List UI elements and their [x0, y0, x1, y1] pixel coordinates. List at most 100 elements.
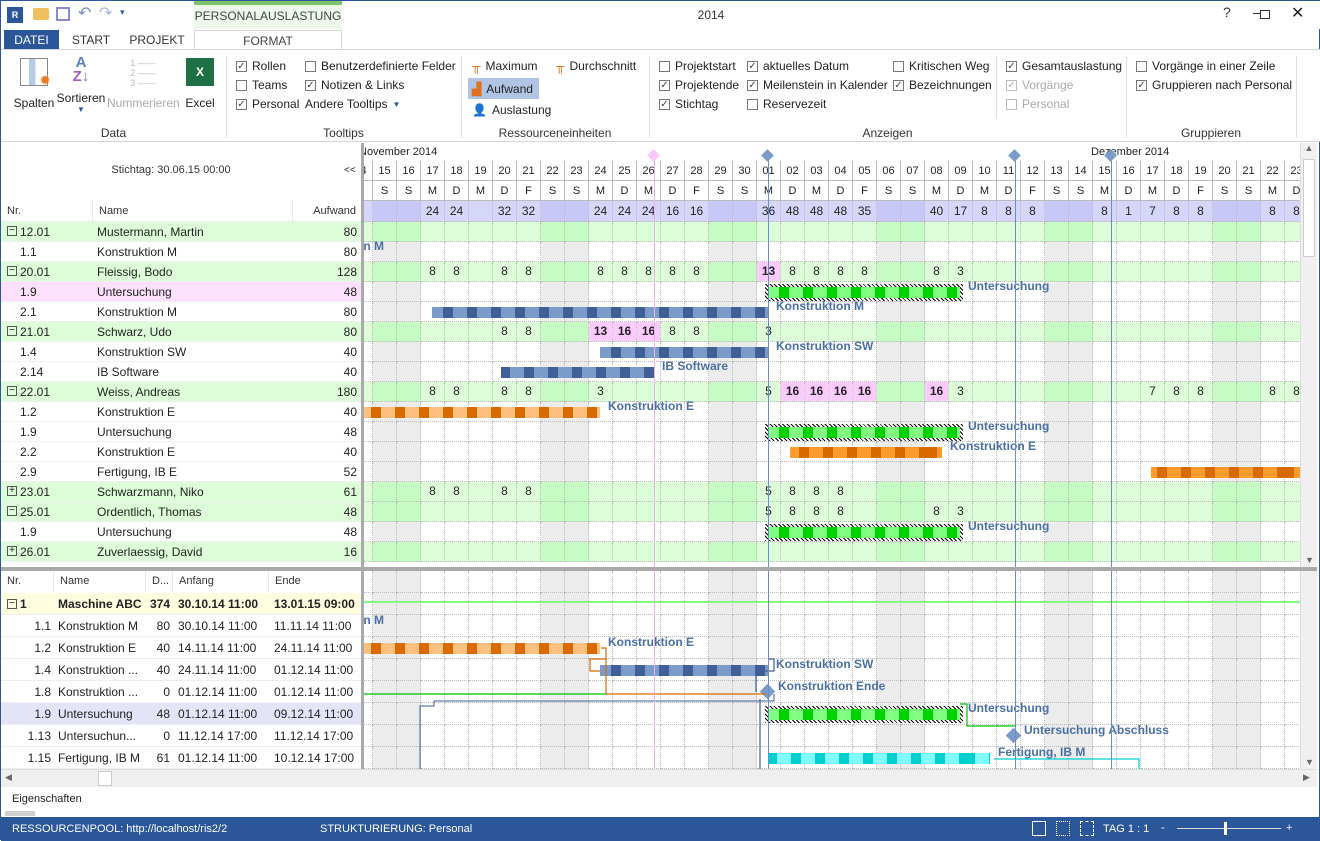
resource-row[interactable]: +26.01 Zuverlaessig, David 16 [1, 542, 363, 562]
column-header-anfang[interactable]: Anfang [173, 571, 269, 592]
column-header-aufwand[interactable]: Aufwand [293, 201, 363, 222]
zoom-level-label[interactable]: TAG 1 : 1 [1103, 823, 1149, 835]
checkbox-projektstart[interactable]: Projektstart [659, 59, 736, 73]
scroll-left-icon[interactable]: ◀ [5, 772, 12, 783]
checkbox-personal[interactable]: ✓ Personal [236, 97, 299, 111]
collapse-icon[interactable]: − [7, 326, 17, 336]
column-header-dauer[interactable]: D... [146, 571, 173, 592]
sortieren-button[interactable]: A Z↓ Sortieren ▼ [56, 55, 106, 114]
task-row[interactable]: 1.4 Konstruktion ... 40 24.11.14 11:00 01.12… [1, 659, 363, 681]
open-folder-icon[interactable] [33, 8, 49, 20]
horizontal-scrollbar[interactable]: ◀ ▶ [1, 769, 1317, 787]
view-grid-icon[interactable] [1056, 821, 1070, 836]
task-bar[interactable] [768, 286, 960, 298]
resource-row[interactable]: −21.01 Schwarz, Udo 80 [1, 322, 363, 342]
task-row[interactable]: 1.9 Untersuchung 48 [1, 282, 363, 302]
column-header-nr[interactable]: Nr. [1, 201, 93, 222]
task-row[interactable]: 1.2 Konstruktion E 40 [1, 402, 363, 422]
scroll-up-icon[interactable]: ▲ [1301, 143, 1317, 153]
task-row[interactable]: 1.13 Untersuchun... 0 11.12.14 17:00 11.12.1… [1, 725, 363, 747]
checkbox-stichtag[interactable]: ✓ Stichtag [659, 97, 718, 111]
resource-row[interactable]: −22.01 Weiss, Andreas 180 [1, 382, 363, 402]
scrollbar-thumb[interactable] [1303, 159, 1315, 257]
task-row[interactable]: 1.9 Untersuchung 48 [1, 422, 363, 442]
collapse-button[interactable]: << [344, 165, 356, 176]
view-normal-icon[interactable] [1032, 821, 1046, 836]
tab-start[interactable]: START [61, 30, 121, 50]
scrollbar-thumb[interactable] [98, 771, 112, 786]
expand-icon[interactable]: + [7, 486, 17, 496]
task-bar[interactable] [1151, 466, 1300, 478]
maximum-button[interactable]: ╥ Maximum [472, 59, 538, 73]
resource-row[interactable]: −25.01 Ordentlich, Thomas 48 [1, 502, 363, 522]
tab-format[interactable]: FORMAT [194, 30, 342, 51]
task-bar[interactable] [364, 406, 600, 418]
resource-row[interactable]: +23.01 Schwarzmann, Niko 61 [1, 482, 363, 502]
task-row[interactable]: 1.9 Untersuchung 48 01.12.14 11:00 09.12.14 … [1, 703, 363, 725]
task-bar[interactable] [768, 526, 960, 538]
checkbox-box[interactable]: ✓ [747, 60, 758, 72]
checkbox-aktuelles-datum[interactable]: ✓ aktuelles Datum [747, 59, 849, 73]
collapse-icon[interactable]: − [7, 386, 17, 396]
zoom-slider[interactable] [1177, 828, 1281, 829]
task-bar[interactable] [600, 346, 768, 358]
task-row[interactable]: 1.1 Konstruktion M 80 30.10.14 11:00 11.11.1… [1, 615, 363, 637]
checkbox-vorgänge-in-einer-zeile[interactable]: Vorgänge in einer Zeile [1136, 59, 1275, 73]
quick-access-dropdown-icon[interactable]: ▾ [120, 7, 125, 18]
checkbox-box[interactable]: ✓ [236, 60, 247, 72]
task-bar[interactable] [768, 426, 960, 438]
task-row[interactable]: 1.9 Untersuchung 48 [1, 522, 363, 542]
checkbox-box[interactable] [305, 60, 316, 72]
checkbox-projektende[interactable]: ✓ Projektende [659, 78, 739, 92]
tab-projekt[interactable]: PROJEKT [121, 30, 193, 50]
task-row[interactable]: 2.2 Konstruktion E 40 [1, 442, 363, 462]
resource-row[interactable]: −12.01 Mustermann, Martin 80 [1, 222, 363, 242]
checkbox-box[interactable]: ✓ [305, 79, 316, 91]
checkbox-box[interactable]: ✓ [659, 98, 670, 110]
checkbox-kritischen-weg[interactable]: Kritischen Weg [893, 59, 989, 73]
checkbox-box[interactable] [893, 60, 904, 72]
checkbox-bezeichnungen[interactable]: ✓ Bezeichnungen [893, 78, 992, 92]
task-row[interactable]: 2.1 Konstruktion M 80 [1, 302, 363, 322]
checkbox-box[interactable]: ✓ [236, 98, 247, 110]
checkbox-meilenstein-in-kalender[interactable]: ✓ Meilenstein in Kalender [747, 78, 888, 92]
checkbox-box[interactable]: ✓ [659, 79, 670, 91]
task-row[interactable]: 1.2 Konstruktion E 40 14.11.14 11:00 24.11.1… [1, 637, 363, 659]
view-gantt-icon[interactable] [1080, 821, 1094, 836]
checkbox-gruppieren-nach-personal[interactable]: ✓ Gruppieren nach Personal [1136, 78, 1292, 92]
task-bar[interactable] [790, 446, 942, 458]
aufwand-button[interactable]: ▟ Aufwand [468, 78, 539, 99]
task-row[interactable]: 1.4 Konstruktion SW 40 [1, 342, 363, 362]
durchschnitt-button[interactable]: ╥ Durchschnitt [556, 59, 636, 73]
scroll-down-icon[interactable]: ▼ [1301, 555, 1318, 565]
checkbox-box[interactable] [236, 79, 247, 91]
task-row[interactable]: 2.14 IB Software 40 [1, 362, 363, 382]
task-bar[interactable] [501, 366, 654, 378]
column-header-ende[interactable]: Ende [269, 571, 363, 592]
andere-tooltips-dropdown[interactable]: Andere Tooltips ▼ [305, 97, 400, 111]
column-header-nr[interactable]: Nr. [1, 571, 54, 592]
redo-icon[interactable]: ↷ [99, 3, 112, 23]
checkbox-box[interactable] [659, 60, 670, 72]
collapse-icon[interactable]: − [7, 226, 17, 236]
save-icon[interactable] [56, 7, 70, 21]
task-row[interactable]: 1.15 Fertigung, IB M 61 01.12.14 11:00 10.12… [1, 747, 363, 769]
vertical-scrollbar[interactable]: ▲ ▼ [1300, 143, 1317, 567]
checkbox-reservezeit[interactable]: Reservezeit [747, 97, 826, 111]
collapse-icon[interactable]: − [7, 506, 17, 516]
zoom-slider-thumb[interactable] [1223, 822, 1227, 835]
checkbox-box[interactable] [1136, 60, 1147, 72]
resource-row[interactable]: −20.01 Fleissig, Bodo 128 [1, 262, 363, 282]
task-bar[interactable] [432, 306, 768, 318]
column-header-name[interactable]: Name [93, 201, 293, 222]
scroll-right-icon[interactable]: ▶ [1303, 772, 1310, 783]
checkbox-box[interactable]: ✓ [893, 79, 904, 91]
checkbox-box[interactable]: ✓ [1136, 79, 1147, 91]
close-button[interactable]: ✕ [1291, 3, 1304, 23]
checkbox-teams[interactable]: Teams [236, 78, 287, 92]
tab-datei[interactable]: DATEI [4, 30, 59, 50]
collapse-icon[interactable]: − [7, 266, 17, 276]
zoom-in-button[interactable]: + [1286, 822, 1292, 834]
excel-button[interactable]: X Excel [181, 58, 219, 110]
checkbox-benutzerdefinierte-felder[interactable]: Benutzerdefinierte Felder [305, 59, 456, 73]
